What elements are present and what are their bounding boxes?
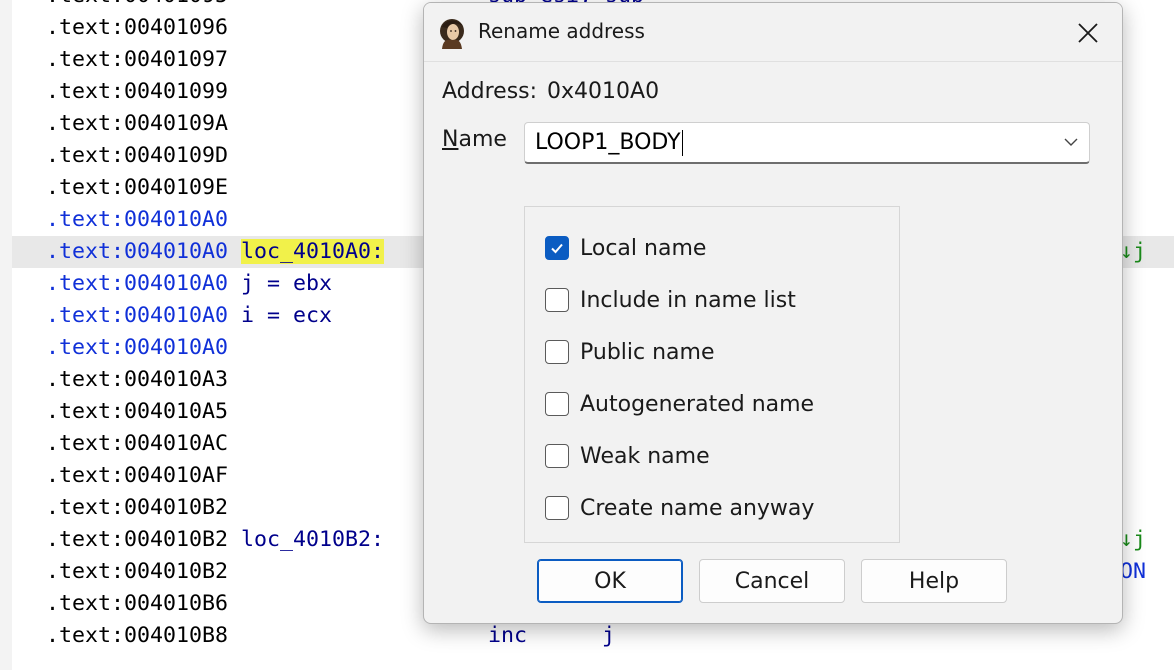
name-label: Name bbox=[442, 127, 507, 152]
listing-gutter bbox=[0, 0, 12, 670]
name-input-value[interactable]: LOOP1_BODY bbox=[535, 130, 683, 156]
address-value: 0x4010A0 bbox=[547, 79, 660, 104]
include-in-name-list-checkbox[interactable]: Include in name list bbox=[545, 285, 796, 315]
listing-fragment-on: ON bbox=[1120, 559, 1147, 584]
label-loc-4010a0[interactable]: loc_4010A0: bbox=[241, 239, 385, 264]
name-combobox[interactable]: LOOP1_BODY bbox=[524, 122, 1090, 164]
instruction-mnemonic: inc bbox=[488, 623, 528, 648]
dialog-titlebar[interactable]: Rename address bbox=[424, 3, 1122, 62]
checkbox-unchecked-icon[interactable] bbox=[545, 392, 569, 416]
cancel-button[interactable]: Cancel bbox=[699, 559, 845, 603]
checkbox-unchecked-icon[interactable] bbox=[545, 288, 569, 312]
public-name-checkbox[interactable]: Public name bbox=[545, 337, 715, 367]
text-caret bbox=[681, 130, 683, 156]
close-button[interactable] bbox=[1066, 13, 1110, 53]
xref-arrow-1: ↓j bbox=[1120, 239, 1147, 264]
checkbox-unchecked-icon[interactable] bbox=[545, 496, 569, 520]
ok-button[interactable]: OK bbox=[537, 559, 683, 603]
help-button[interactable]: Help bbox=[861, 559, 1007, 603]
dialog-title: Rename address bbox=[478, 19, 645, 43]
instruction-operand: j bbox=[602, 623, 616, 648]
checkbox-unchecked-icon[interactable] bbox=[545, 340, 569, 364]
close-icon bbox=[1078, 23, 1098, 43]
rename-address-dialog: Rename address Address: 0x4010A0 Name LOO… bbox=[423, 2, 1123, 624]
name-options-group: Local name Include in name list Public n… bbox=[524, 206, 900, 543]
checkbox-checked-icon[interactable] bbox=[545, 236, 569, 260]
local-name-checkbox[interactable]: Local name bbox=[545, 233, 706, 263]
weak-name-checkbox[interactable]: Weak name bbox=[545, 441, 710, 471]
address-row: Address: 0x4010A0 bbox=[442, 79, 659, 104]
autogenerated-name-checkbox[interactable]: Autogenerated name bbox=[545, 389, 814, 419]
address-label: Address: bbox=[442, 79, 538, 104]
create-name-anyway-checkbox[interactable]: Create name anyway bbox=[545, 493, 814, 523]
xref-arrow-2: ↓j bbox=[1120, 527, 1147, 552]
chevron-down-icon[interactable] bbox=[1063, 134, 1079, 150]
checkbox-unchecked-icon[interactable] bbox=[545, 444, 569, 468]
app-portrait-icon bbox=[436, 17, 468, 49]
label-loc-4010b2[interactable]: loc_4010B2: bbox=[241, 527, 384, 552]
